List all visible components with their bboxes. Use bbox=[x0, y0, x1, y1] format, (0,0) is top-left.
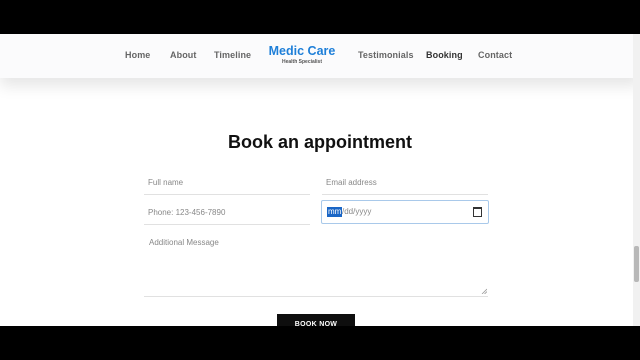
email-field[interactable]: Email address bbox=[322, 170, 488, 195]
email-placeholder: Email address bbox=[326, 178, 377, 187]
message-textarea[interactable]: Additional Message bbox=[144, 230, 488, 297]
date-field[interactable]: mm /dd/yyyy bbox=[321, 200, 489, 224]
page-title: Book an appointment bbox=[228, 132, 412, 152]
date-remaining-segments[interactable]: /dd/yyyy bbox=[342, 207, 371, 217]
navbar: Home About Timeline Medic Care Health Sp… bbox=[0, 34, 640, 78]
full-name-field[interactable]: Full name bbox=[144, 170, 310, 195]
nav-about-link[interactable]: About bbox=[170, 50, 197, 60]
message-placeholder: Additional Message bbox=[149, 238, 219, 247]
resize-handle-icon[interactable] bbox=[481, 288, 487, 294]
brand-logo[interactable]: Medic Care Health Specialist bbox=[266, 45, 338, 66]
nav-booking-link[interactable]: Booking bbox=[426, 50, 463, 60]
nav-testimonials-link[interactable]: Testimonials bbox=[358, 50, 414, 60]
browser-viewport: Home About Timeline Medic Care Health Sp… bbox=[0, 34, 640, 326]
phone-field[interactable]: Phone: 123-456-7890 bbox=[144, 200, 310, 225]
brand-subtitle: Health Specialist bbox=[281, 59, 322, 65]
brand-title: Medic Care bbox=[268, 44, 336, 58]
phone-placeholder: Phone: 123-456-7890 bbox=[148, 208, 226, 217]
nav-timeline-link[interactable]: Timeline bbox=[214, 50, 251, 60]
nav-contact-link[interactable]: Contact bbox=[478, 50, 512, 60]
book-now-button[interactable]: BOOK NOW bbox=[277, 314, 355, 326]
nav-home-link[interactable]: Home bbox=[125, 50, 150, 60]
scrollbar-thumb[interactable] bbox=[634, 246, 639, 282]
full-name-placeholder: Full name bbox=[148, 178, 184, 187]
calendar-icon[interactable] bbox=[473, 207, 482, 217]
date-month-segment[interactable]: mm bbox=[327, 207, 343, 217]
page-scrollbar[interactable] bbox=[633, 34, 640, 326]
